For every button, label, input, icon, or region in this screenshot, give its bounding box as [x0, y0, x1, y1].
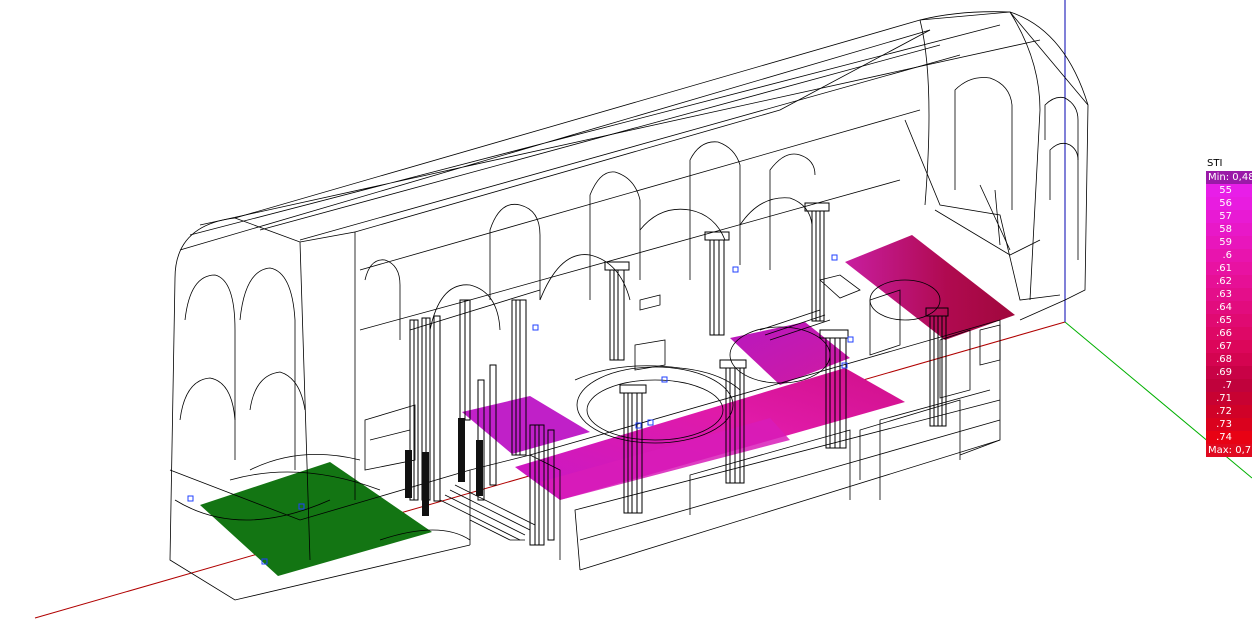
legend-max-label: Max: 0,7 — [1208, 445, 1252, 456]
legend-entry: .62 — [1206, 275, 1252, 288]
legend-entry: .69 — [1206, 366, 1252, 379]
legend-entry: .71 — [1206, 392, 1252, 405]
legend-entry-label: .63 — [1216, 289, 1232, 300]
legend-entry: .66 — [1206, 327, 1252, 340]
legend-entry: .74 — [1206, 431, 1252, 444]
legend-entry: .6 — [1206, 249, 1252, 262]
legend-entry-label: .71 — [1216, 393, 1232, 404]
legend-entry-label: .67 — [1216, 341, 1232, 352]
legend-entry-label: 56 — [1219, 198, 1232, 209]
legend-entry: 56 — [1206, 197, 1252, 210]
legend-entry-label: 57 — [1219, 211, 1232, 222]
receiver-areas — [200, 235, 1015, 576]
marker — [187, 495, 194, 502]
sti-legend: STI Min: 0,48 55 56 57 58 59 .6 .61 .62 .63 .64 .6… — [1206, 157, 1252, 457]
legend-entry-label: .62 — [1216, 276, 1232, 287]
legend-entry: .61 — [1206, 262, 1252, 275]
marker — [661, 376, 668, 383]
legend-entry: .73 — [1206, 418, 1252, 431]
legend-entry-label: .61 — [1216, 263, 1232, 274]
marker — [847, 336, 854, 343]
legend-entry: 58 — [1206, 223, 1252, 236]
legend-entry: 55 — [1206, 184, 1252, 197]
legend-entry: .65 — [1206, 314, 1252, 327]
legend-entry-label: .73 — [1216, 419, 1232, 430]
legend-entry: .67 — [1206, 340, 1252, 353]
legend-title: STI — [1207, 158, 1223, 169]
legend-entry: 59 — [1206, 236, 1252, 249]
legend-entry: .72 — [1206, 405, 1252, 418]
marker — [732, 266, 739, 273]
legend-entry-label: .6 — [1222, 250, 1232, 261]
legend-entry-label: 59 — [1219, 237, 1232, 248]
legend-scale: 55 56 57 58 59 .6 .61 .62 .63 .64 .65 .66 .67 .68 .69.… — [1206, 184, 1252, 444]
legend-entry: 57 — [1206, 210, 1252, 223]
legend-entry: .63 — [1206, 288, 1252, 301]
legend-entry: .68 — [1206, 353, 1252, 366]
legend-entry-label: .7 — [1222, 380, 1232, 391]
legend-max: Max: 0,7 — [1206, 444, 1252, 457]
legend-min: Min: 0,48 — [1206, 171, 1252, 184]
solid-column-shafts — [405, 418, 483, 516]
legend-entry-label: .68 — [1216, 354, 1232, 365]
legend-entry: .64 — [1206, 301, 1252, 314]
legend-min-label: Min: 0,48 — [1208, 172, 1252, 183]
legend-entry-label: 58 — [1219, 224, 1232, 235]
marker — [532, 324, 539, 331]
legend-entry-label: .65 — [1216, 315, 1232, 326]
marker — [831, 254, 838, 261]
legend-entry-label: .64 — [1216, 302, 1232, 313]
legend-entry-label: 55 — [1219, 185, 1232, 196]
legend-entry-label: .72 — [1216, 406, 1232, 417]
3d-viewport[interactable] — [0, 0, 1252, 638]
legend-entry-label: .69 — [1216, 367, 1232, 378]
legend-entry-label: .74 — [1216, 432, 1232, 443]
legend-entry-label: .66 — [1216, 328, 1232, 339]
legend-entry: .7 — [1206, 379, 1252, 392]
